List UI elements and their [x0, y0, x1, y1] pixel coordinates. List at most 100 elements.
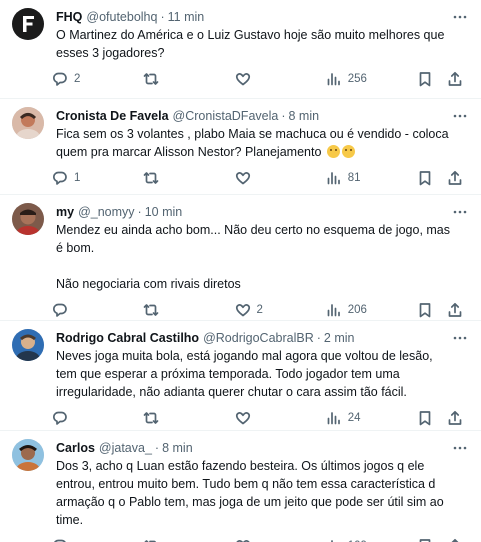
- more-icon[interactable]: [449, 439, 471, 457]
- views-button[interactable]: 109: [326, 538, 417, 542]
- share-button[interactable]: [447, 71, 463, 87]
- bookmark-button[interactable]: [417, 410, 433, 426]
- tweet[interactable]: my @_nomyy · 10 min Mendez eu ainda acho…: [0, 195, 481, 321]
- tweet[interactable]: Cronista De Favela @CronistaDFavela · 8 …: [0, 99, 481, 195]
- like-icon: [235, 73, 250, 86]
- bookmark-button[interactable]: [417, 71, 433, 87]
- timestamp[interactable]: 8 min: [289, 107, 320, 125]
- share-icon: [448, 71, 462, 86]
- tweet-header: FHQ @ofutebolhq · 11 min: [56, 8, 469, 26]
- timestamp[interactable]: 10 min: [145, 203, 183, 221]
- views-button[interactable]: 24: [326, 410, 417, 426]
- views-icon: [327, 412, 340, 425]
- avatar[interactable]: [12, 439, 44, 471]
- views-button[interactable]: 256: [326, 71, 417, 87]
- reply-button[interactable]: [52, 302, 143, 318]
- reply-button[interactable]: [52, 410, 143, 426]
- share-button[interactable]: [447, 538, 463, 542]
- bookmark-icon: [419, 72, 431, 87]
- reply-count: 1: [74, 172, 81, 184]
- views-icon: [327, 172, 340, 185]
- user-handle[interactable]: @jatava_: [99, 439, 152, 457]
- retweet-button[interactable]: [143, 71, 234, 87]
- retweet-icon: [143, 412, 159, 424]
- views-button[interactable]: 206: [326, 302, 417, 318]
- like-button[interactable]: [235, 170, 326, 186]
- tweet-paragraph: Dos 3, acho q Luan estão fazendo besteir…: [56, 459, 444, 527]
- user-handle[interactable]: @_nomyy: [78, 203, 134, 221]
- display-name[interactable]: my: [56, 203, 74, 221]
- action-bar: 24: [52, 401, 469, 435]
- user-handle[interactable]: @RodrigoCabralBR: [203, 329, 314, 347]
- display-name[interactable]: FHQ: [56, 8, 82, 26]
- retweet-icon: [143, 73, 159, 85]
- tweet-paragraph: Não negociaria com rivais diretos: [56, 277, 241, 291]
- timestamp[interactable]: 11 min: [168, 8, 205, 26]
- avatar[interactable]: [12, 107, 44, 139]
- display-name[interactable]: Cronista De Favela: [56, 107, 169, 125]
- reply-icon: [53, 171, 67, 185]
- thinking-face-emoji: [341, 145, 355, 158]
- more-icon[interactable]: [449, 203, 471, 221]
- action-bar: 1 81: [52, 161, 469, 195]
- like-icon: [235, 540, 250, 542]
- like-button[interactable]: [235, 71, 326, 87]
- tweet-paragraph: Mendez eu ainda acho bom... Não deu cert…: [56, 223, 451, 255]
- tweet-header: Rodrigo Cabral Castilho @RodrigoCabralBR…: [56, 329, 469, 347]
- bookmark-button[interactable]: [417, 538, 433, 542]
- share-button[interactable]: [447, 302, 463, 318]
- share-icon: [451, 538, 459, 542]
- views-count: 206: [347, 304, 367, 316]
- tweet-paragraph: O Martinez do América e o Luiz Gustavo h…: [56, 28, 445, 60]
- tweet-paragraph: Fica sem os 3 volantes , plabo Maia se m…: [56, 125, 455, 161]
- like-icon: [235, 412, 250, 425]
- avatar[interactable]: [12, 329, 44, 361]
- display-name[interactable]: Carlos: [56, 439, 95, 457]
- tweet[interactable]: Carlos @jatava_ · 8 min Dos 3, acho q Lu…: [0, 431, 481, 542]
- like-icon: [235, 172, 250, 185]
- reply-button[interactable]: [52, 538, 143, 542]
- avatar[interactable]: [12, 203, 44, 235]
- like-button[interactable]: 2: [235, 302, 326, 318]
- like-button[interactable]: [235, 538, 326, 542]
- user-handle[interactable]: @ofutebolhq: [86, 8, 157, 26]
- tweet[interactable]: FHQ @ofutebolhq · 11 min O Martinez do A…: [0, 0, 481, 99]
- views-icon: [327, 73, 340, 86]
- timestamp[interactable]: 8 min: [162, 439, 193, 457]
- more-icon[interactable]: [449, 329, 471, 347]
- tweet-header: my @_nomyy · 10 min: [56, 203, 469, 221]
- user-handle[interactable]: @CronistaDFavela: [173, 107, 279, 125]
- retweet-button[interactable]: [143, 538, 234, 542]
- reply-button[interactable]: 2: [52, 71, 143, 87]
- bookmark-button[interactable]: [417, 302, 433, 318]
- like-button[interactable]: [235, 410, 326, 426]
- tweet-paragraph-text: Fica sem os 3 volantes , plabo Maia se m…: [56, 127, 449, 159]
- retweet-button[interactable]: [143, 410, 234, 426]
- reply-icon: [53, 539, 66, 542]
- bookmark-button[interactable]: [417, 170, 433, 186]
- retweet-button[interactable]: [143, 302, 234, 318]
- tweet-text: O Martinez do América e o Luiz Gustavo h…: [56, 26, 469, 62]
- share-button[interactable]: [447, 410, 463, 426]
- display-name[interactable]: Rodrigo Cabral Castilho: [56, 329, 199, 347]
- retweet-icon: [144, 540, 157, 542]
- reply-icon: [53, 72, 67, 86]
- more-icon[interactable]: [449, 8, 471, 26]
- like-count: 2: [256, 304, 263, 316]
- views-button[interactable]: 81: [326, 170, 417, 186]
- tweet-text: Mendez eu ainda acho bom... Não deu cert…: [56, 221, 469, 293]
- share-icon: [448, 302, 462, 317]
- reply-button[interactable]: 1: [52, 170, 143, 186]
- action-bar: 2 256: [52, 62, 469, 96]
- retweet-icon: [143, 172, 159, 184]
- tweet-paragraph: Neves joga muita bola, está jogando mal …: [56, 349, 433, 399]
- retweet-button[interactable]: [143, 170, 234, 186]
- more-icon[interactable]: [449, 107, 471, 125]
- retweet-icon: [143, 304, 159, 316]
- timestamp[interactable]: 2 min: [324, 329, 355, 347]
- share-button[interactable]: [447, 170, 463, 186]
- separator-dot: ·: [154, 441, 160, 455]
- tweet[interactable]: Rodrigo Cabral Castilho @RodrigoCabralBR…: [0, 321, 481, 431]
- timeline-feed: FHQ @ofutebolhq · 11 min O Martinez do A…: [0, 0, 481, 542]
- avatar[interactable]: [12, 8, 44, 40]
